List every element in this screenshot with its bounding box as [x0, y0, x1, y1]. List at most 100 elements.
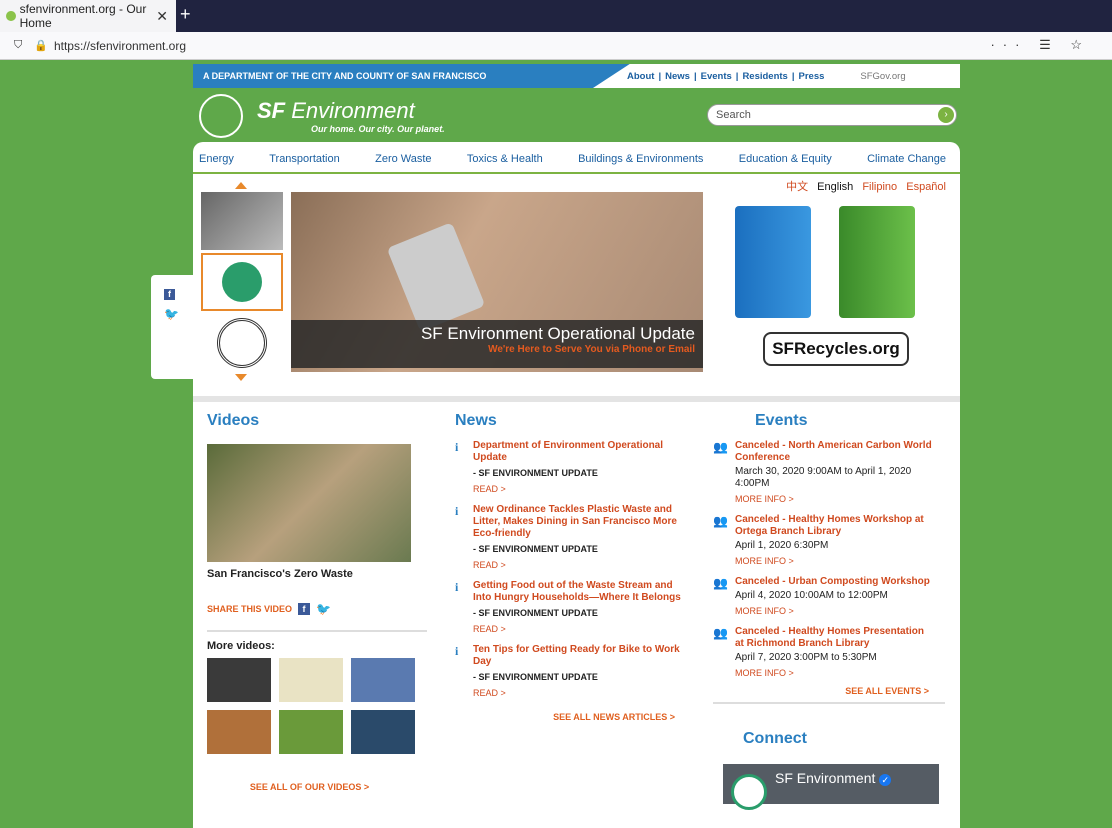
address-bar[interactable]: ⛉ 🔒 https://sfenvironment.org ··· ☰ ☆	[0, 32, 1112, 60]
nav-education[interactable]: Education & Equity	[739, 150, 832, 172]
lang-spanish[interactable]: Español	[906, 181, 946, 193]
language-switcher: 中文 English Filipino Español	[780, 178, 946, 194]
see-all-videos-link[interactable]: SEE ALL OF OUR VIDEOS >	[207, 782, 412, 792]
info-icon: i	[455, 580, 459, 594]
top-link-press[interactable]: Press	[799, 71, 825, 82]
facebook-page-name[interactable]: SF Environment	[775, 770, 875, 786]
news-source: - SF ENVIRONMENT UPDATE	[473, 608, 598, 618]
info-icon: i	[455, 644, 459, 658]
recycle-promo[interactable]: SFRecycles.org	[729, 198, 949, 374]
event-title[interactable]: Canceled - North American Carbon World C…	[735, 440, 935, 464]
event-date: April 7, 2020 3:00PM to 5:30PM	[735, 652, 877, 663]
facebook-share-icon[interactable]: f	[298, 603, 311, 615]
news-read-link[interactable]: READ >	[473, 688, 693, 698]
connect-heading: Connect	[743, 730, 807, 747]
event-title[interactable]: Canceled - Urban Composting Workshop	[735, 576, 935, 588]
video-thumb[interactable]	[207, 710, 271, 754]
facebook-icon[interactable]: f	[164, 289, 175, 300]
logo-icon[interactable]	[199, 94, 243, 138]
nav-buildings[interactable]: Buildings & Environments	[578, 150, 703, 172]
browser-tab[interactable]: sfenvironment.org - Our Home ✕	[0, 0, 176, 32]
hero-slide[interactable]: SF Environment Operational Update We're …	[291, 192, 703, 372]
video-thumb[interactable]	[279, 710, 343, 754]
event-item: 👥 Canceled - Urban Composting Workshop A…	[713, 576, 945, 616]
see-all-news-link[interactable]: SEE ALL NEWS ARTICLES >	[455, 712, 695, 722]
news-title[interactable]: Getting Food out of the Waste Stream and…	[473, 580, 693, 604]
side-social-bar: f 🐦	[151, 275, 193, 379]
news-source: - SF ENVIRONMENT UPDATE	[473, 672, 598, 682]
event-more-link[interactable]: MORE INFO >	[735, 668, 935, 678]
nav-energy[interactable]: Energy	[199, 150, 234, 172]
video-thumb[interactable]	[351, 710, 415, 754]
event-item: 👥 Canceled - Healthy Homes Presentation …	[713, 626, 945, 678]
sf-env-logo-icon	[731, 774, 767, 810]
blue-bin-image	[735, 206, 811, 318]
hero-title: SF Environment Operational Update	[420, 324, 695, 343]
event-more-link[interactable]: MORE INFO >	[735, 556, 935, 566]
facebook-page-widget[interactable]: SF Environment ✓	[723, 764, 939, 810]
green-bin-image	[839, 206, 915, 318]
news-title[interactable]: New Ordinance Tackles Plastic Waste and …	[473, 504, 693, 540]
event-more-link[interactable]: MORE INFO >	[735, 606, 935, 616]
event-more-link[interactable]: MORE INFO >	[735, 494, 935, 504]
news-title[interactable]: Department of Environment Operational Up…	[473, 440, 693, 464]
slider-thumb-1[interactable]	[201, 192, 283, 250]
twitter-share-icon[interactable]: 🐦	[316, 602, 331, 616]
shield-icon[interactable]: ⛉	[14, 39, 22, 52]
video-thumb[interactable]	[351, 658, 415, 702]
people-icon: 👥	[713, 514, 728, 528]
nav-toxics-health[interactable]: Toxics & Health	[467, 150, 543, 172]
news-title[interactable]: Ten Tips for Getting Ready for Bike to W…	[473, 644, 693, 668]
lock-icon[interactable]: 🔒	[34, 39, 48, 52]
video-thumb[interactable]	[279, 658, 343, 702]
slider-down-icon[interactable]	[235, 374, 247, 381]
slider-up-icon[interactable]	[235, 182, 247, 189]
news-item: i New Ordinance Tackles Plastic Waste an…	[455, 504, 695, 570]
top-link-residents[interactable]: Residents	[742, 71, 787, 82]
city-seal-icon	[217, 318, 267, 368]
event-title[interactable]: Canceled - Healthy Homes Workshop at Ort…	[735, 514, 935, 538]
share-label: SHARE THIS VIDEO	[207, 604, 293, 614]
lang-chinese[interactable]: 中文	[786, 181, 808, 193]
tab-title: sfenvironment.org - Our Home	[19, 2, 147, 30]
news-read-link[interactable]: READ >	[473, 560, 693, 570]
slider-thumb-3[interactable]	[201, 314, 283, 372]
top-link-about[interactable]: About	[627, 71, 654, 82]
nav-zero-waste[interactable]: Zero Waste	[375, 150, 431, 172]
events-heading: Events	[755, 412, 808, 429]
event-date: April 4, 2020 10:00AM to 12:00PM	[735, 590, 888, 601]
event-item: 👥 Canceled - North American Carbon World…	[713, 440, 945, 504]
news-read-link[interactable]: READ >	[473, 624, 693, 634]
top-link-events[interactable]: Events	[701, 71, 732, 82]
main-video-title[interactable]: San Francisco's Zero Waste	[207, 568, 412, 580]
info-icon: i	[455, 440, 459, 454]
page-viewport: A DEPARTMENT OF THE CITY AND COUNTY OF S…	[0, 60, 1112, 828]
news-read-link[interactable]: READ >	[473, 484, 693, 494]
lang-english[interactable]: English	[817, 181, 853, 193]
twitter-icon[interactable]: 🐦	[164, 307, 179, 321]
brand-name[interactable]: SF Environment	[257, 98, 415, 124]
toolbar-icons[interactable]: ··· ☰ ☆	[990, 37, 1090, 53]
video-thumb[interactable]	[207, 658, 271, 702]
main-nav: Energy Transportation Zero Waste Toxics …	[193, 150, 960, 174]
event-title[interactable]: Canceled - Healthy Homes Presentation at…	[735, 626, 935, 650]
new-tab-button[interactable]: +	[180, 4, 191, 25]
slider-thumb-2[interactable]	[201, 253, 283, 311]
search-input[interactable]: Search ›	[707, 104, 957, 126]
top-link-news[interactable]: News	[665, 71, 690, 82]
main-video-thumbnail[interactable]	[207, 444, 411, 562]
url-text[interactable]: https://sfenvironment.org	[54, 39, 186, 53]
info-icon: i	[455, 504, 459, 518]
see-all-events-link[interactable]: SEE ALL EVENTS >	[713, 686, 945, 696]
nav-climate[interactable]: Climate Change	[867, 150, 946, 172]
nav-transportation[interactable]: Transportation	[269, 150, 340, 172]
sfgov-link[interactable]: SFGov.org	[860, 71, 905, 82]
close-tab-icon[interactable]: ✕	[156, 8, 168, 25]
news-source: - SF ENVIRONMENT UPDATE	[473, 544, 598, 554]
people-icon: 👥	[713, 440, 728, 454]
phone-image	[386, 222, 486, 332]
top-links: About | News | Events | Residents | Pres…	[593, 64, 960, 88]
search-go-button[interactable]: ›	[938, 107, 954, 123]
sfrecycles-link[interactable]: SFRecycles.org	[763, 332, 909, 366]
lang-filipino[interactable]: Filipino	[862, 181, 897, 193]
